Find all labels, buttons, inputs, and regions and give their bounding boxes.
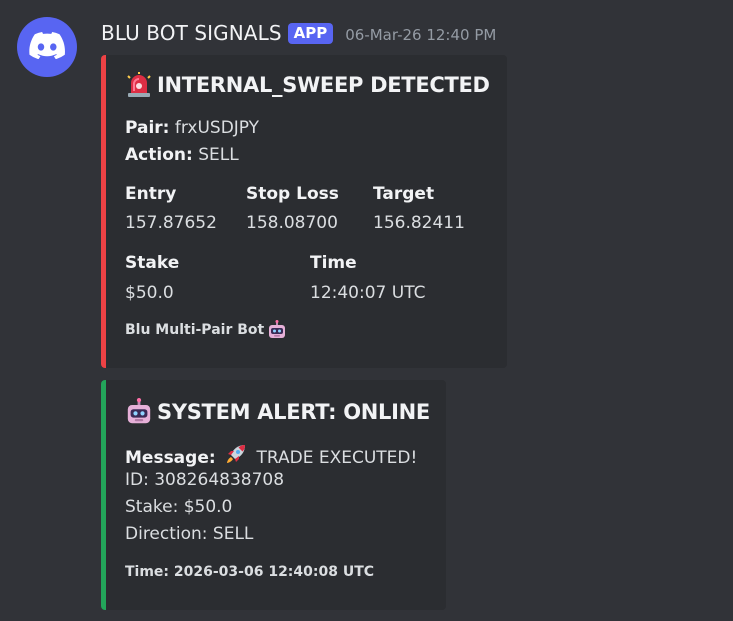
embed-footer: Blu Multi-Pair Bot xyxy=(125,320,290,340)
embed-title-text: INTERNAL_SWEEP DETECTED xyxy=(157,73,490,97)
discord-logo-icon xyxy=(29,31,65,63)
message-header: BLU BOT SIGNALS APP 06-Mar-26 12:40 PM xyxy=(101,21,496,45)
pair-label: Pair: xyxy=(125,118,170,138)
field-value-entry: 157.87652 xyxy=(125,213,217,233)
embed-accent-bar xyxy=(101,55,106,368)
embed-title: INTERNAL_SWEEP DETECTED xyxy=(125,71,490,99)
action-label: Action: xyxy=(125,145,193,165)
action-line: Action: SELL xyxy=(125,145,239,165)
siren-icon xyxy=(125,71,153,99)
chat-message: BLU BOT SIGNALS APP 06-Mar-26 12:40 PM I… xyxy=(0,0,733,621)
pair-line: Pair: frxUSDJPY xyxy=(125,118,259,138)
robot-icon xyxy=(267,320,287,340)
field-name-entry: Entry xyxy=(125,184,177,204)
embed-title: SYSTEM ALERT: ONLINE xyxy=(125,398,430,426)
embed-accent-bar xyxy=(101,380,106,610)
avatar[interactable] xyxy=(17,17,77,77)
robot-icon xyxy=(125,398,153,426)
username[interactable]: BLU BOT SIGNALS xyxy=(101,21,282,45)
field-name-stop-loss: Stop Loss xyxy=(246,184,339,204)
embed-footer: Time: 2026-03-06 12:40:08 UTC xyxy=(125,564,375,580)
message-label: Message: xyxy=(125,448,216,468)
embed-title-text: SYSTEM ALERT: ONLINE xyxy=(157,400,430,424)
field-name-time: Time xyxy=(310,253,357,273)
id-line: ID: 308264838708 xyxy=(125,470,285,490)
field-value-time: 12:40:07 UTC xyxy=(310,283,426,303)
direction-line: Direction: SELL xyxy=(125,524,254,544)
stake-line: Stake: $50.0 xyxy=(125,497,233,517)
field-value-stop-loss: 158.08700 xyxy=(246,213,338,233)
message-timestamp[interactable]: 06-Mar-26 12:40 PM xyxy=(345,26,496,44)
field-name-stake: Stake xyxy=(125,253,180,273)
pair-value: frxUSDJPY xyxy=(174,118,260,138)
message-value: TRADE EXECUTED! xyxy=(256,448,418,468)
field-value-target: 156.82411 xyxy=(373,213,465,233)
embed-footer-text: Blu Multi-Pair Bot xyxy=(125,322,265,338)
app-badge: APP xyxy=(287,22,334,44)
field-value-stake: $50.0 xyxy=(125,283,174,303)
message-line: Message: TRADE EXECUTED! xyxy=(125,442,417,468)
action-value: SELL xyxy=(198,145,239,165)
system-alert-embed: SYSTEM ALERT: ONLINE Message: TRADE EXEC… xyxy=(101,380,446,610)
rocket-icon xyxy=(224,442,248,466)
signal-embed: INTERNAL_SWEEP DETECTED Pair: frxUSDJPY … xyxy=(101,55,507,368)
field-name-target: Target xyxy=(373,184,435,204)
